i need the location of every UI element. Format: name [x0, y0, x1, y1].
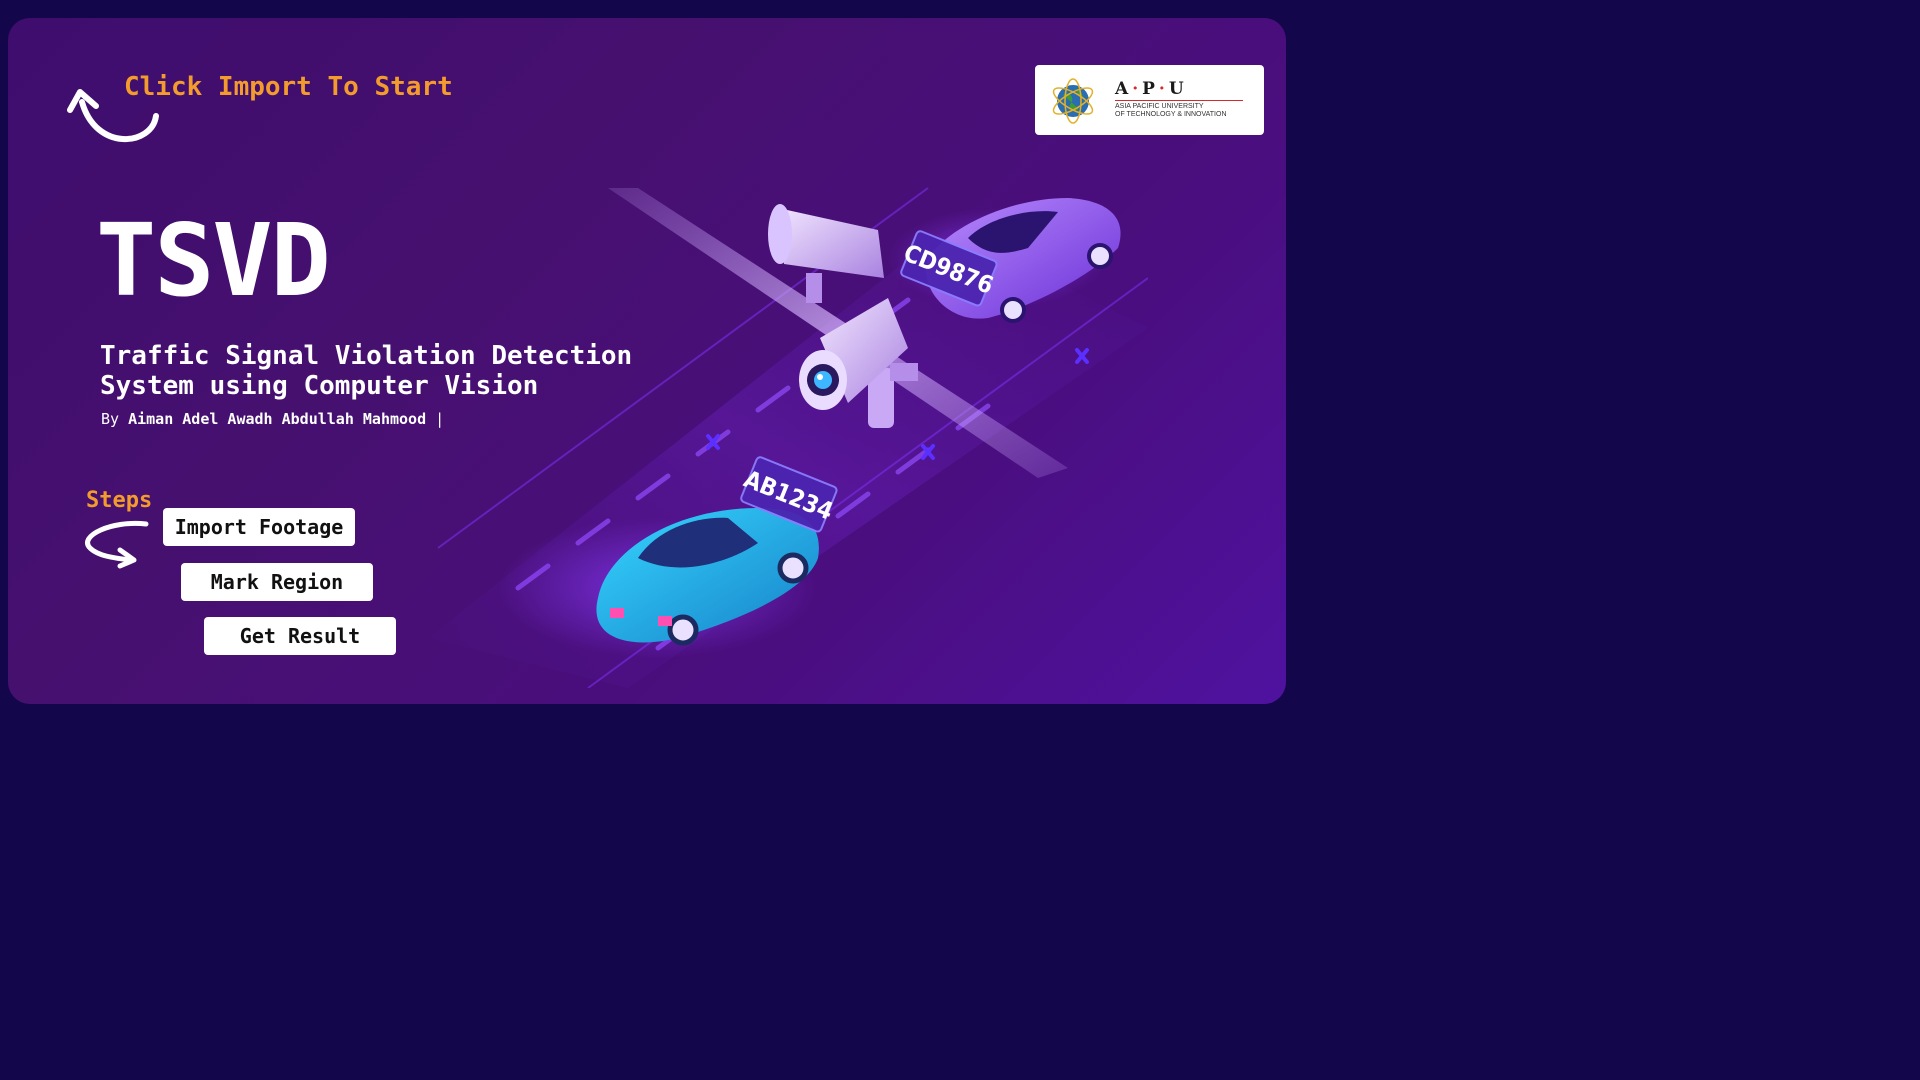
mark-region-button[interactable]: Mark Region: [181, 563, 373, 601]
author-byline: By Aiman Adel Awadh Abdullah Mahmood |: [101, 410, 444, 428]
university-logo: A·P·U ASIA PACIFIC UNIVERSITY OF TECHNOL…: [1035, 65, 1264, 135]
import-footage-button[interactable]: Import Footage: [163, 508, 355, 546]
byline-prefix: By: [101, 410, 120, 428]
start-hint: Click Import To Start: [124, 72, 453, 102]
get-result-button[interactable]: Get Result: [204, 617, 396, 655]
logo-line-2: OF TECHNOLOGY & INNOVATION: [1115, 111, 1227, 118]
logo-abbreviation: A·P·U: [1115, 79, 1188, 99]
steps-label: Steps: [86, 488, 153, 513]
traffic-camera-illustration: CD9876 AB1234: [428, 187, 1148, 688]
author-name: Aiman Adel Awadh Abdullah Mahmood: [128, 410, 427, 428]
logo-line-1: ASIA PACIFIC UNIVERSITY: [1115, 103, 1204, 110]
app-title: TSVD: [96, 202, 331, 319]
steps-arrow-icon: [85, 520, 149, 569]
main-panel: Click Import To Start A·P·U ASIA PACIFIC…: [8, 18, 1286, 704]
globe-atom-icon: [1052, 78, 1094, 124]
